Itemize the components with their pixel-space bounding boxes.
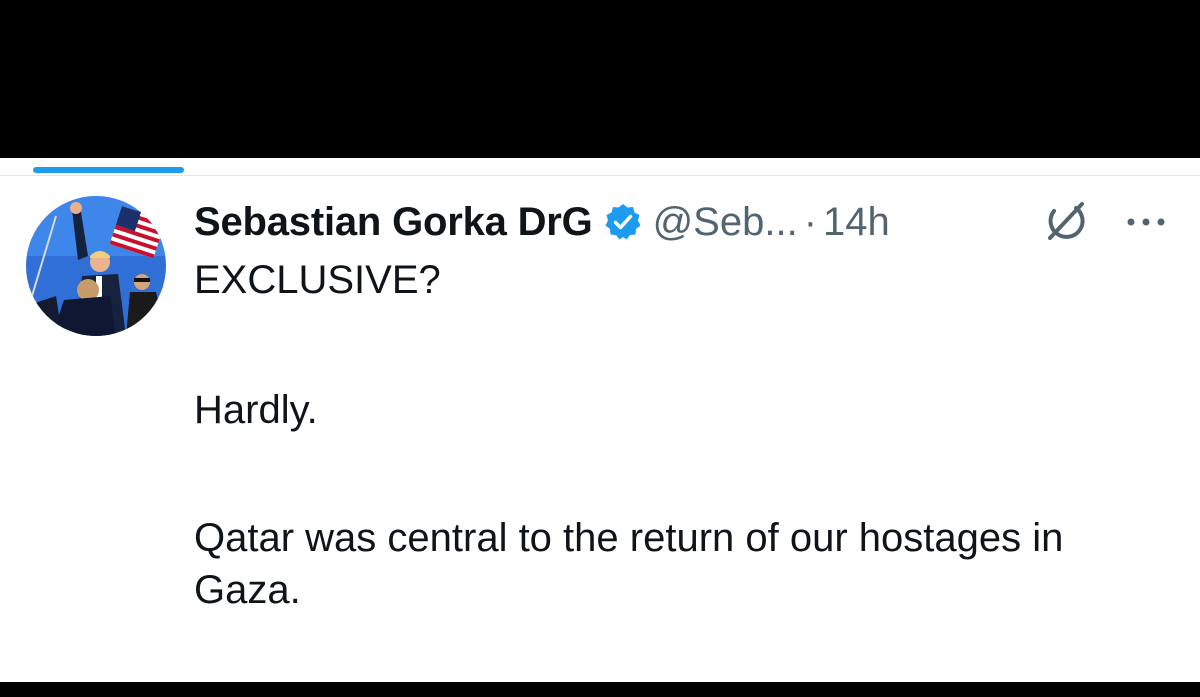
separator-dot: ·: [803, 199, 818, 244]
tweet-header: Sebastian Gorka DrG @Seb... · 14h: [194, 194, 890, 250]
tweet-timestamp[interactable]: 14h: [823, 200, 890, 245]
divider: [0, 175, 1200, 176]
screen-bottom-band: [0, 682, 1200, 697]
avatar-photo: [26, 196, 166, 336]
tweet-paragraph: Hardly.: [194, 388, 318, 432]
grok-icon[interactable]: [1042, 198, 1088, 244]
tweet-paragraph: Qatar was central to the return of our h…: [194, 516, 1064, 612]
tweet-paragraph: EXCLUSIVE?: [194, 258, 441, 302]
display-name[interactable]: Sebastian Gorka DrG: [194, 200, 593, 245]
tweet-card[interactable]: Sebastian Gorka DrG @Seb... · 14h EXCLUS…: [0, 158, 1200, 682]
tab-active-indicator: [33, 167, 184, 173]
verified-badge-icon[interactable]: [603, 202, 643, 242]
user-handle[interactable]: @Seb...: [653, 200, 798, 245]
avatar[interactable]: [26, 196, 166, 336]
screen-top-band: [0, 0, 1200, 158]
more-options-icon[interactable]: [1124, 212, 1168, 232]
